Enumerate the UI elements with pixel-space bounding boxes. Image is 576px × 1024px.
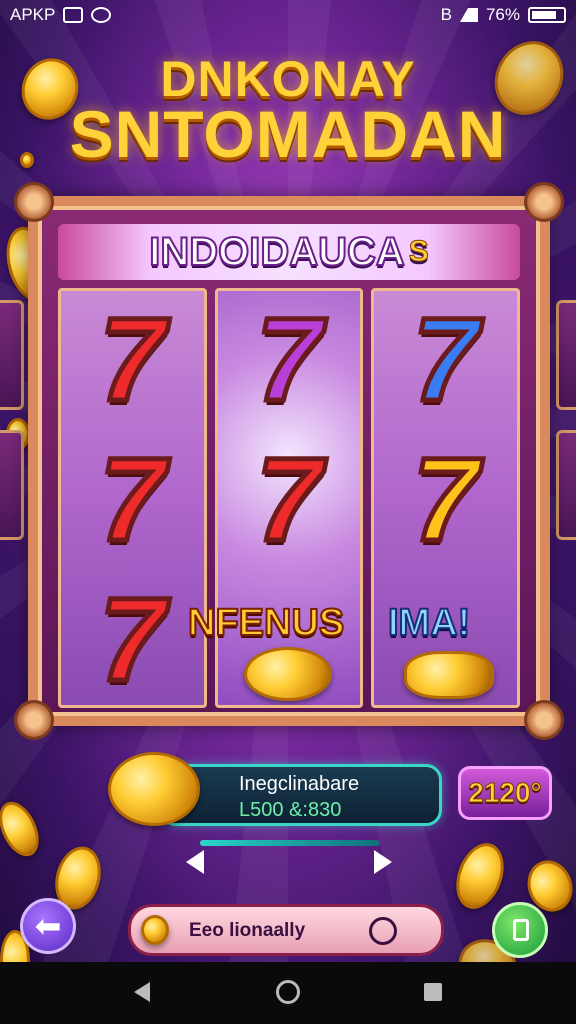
- reel-symbol: 7: [254, 434, 325, 566]
- coin-icon: [141, 915, 169, 945]
- back-button[interactable]: ⬅: [20, 898, 76, 954]
- bonus-text: NFENUS: [187, 601, 345, 645]
- info-panel: Inegclinabare L500 &:830: [160, 764, 442, 826]
- frame-corner-ornament: [524, 182, 564, 222]
- bottom-bar-label: Eeo lionaally: [189, 920, 306, 941]
- battery-percent: 76%: [485, 5, 520, 24]
- nav-back-icon[interactable]: [134, 982, 150, 1002]
- phone-button[interactable]: [492, 902, 548, 958]
- frame-corner-ornament: [524, 700, 564, 740]
- next-arrow-icon[interactable]: [374, 850, 392, 874]
- reels-container[interactable]: 7 7 7 7 7 7 7: [58, 288, 521, 708]
- nav-home-icon[interactable]: [276, 980, 300, 1004]
- frame-corner-ornament: [14, 182, 54, 222]
- reel-symbol: 7: [97, 574, 168, 706]
- bet-button[interactable]: 2120°: [458, 766, 552, 820]
- coin-decoration: [404, 651, 495, 699]
- coin-icon: [108, 752, 200, 826]
- side-card-right: [556, 300, 576, 410]
- slot-banner: INDOIDAUCA S: [58, 224, 520, 280]
- game-title-line2: SNTOMADAN: [69, 97, 507, 171]
- bluetooth-icon: B: [440, 5, 452, 24]
- reel-symbol: 7: [410, 294, 481, 426]
- reel-symbol: 7: [254, 294, 325, 426]
- coin-decoration: [243, 647, 332, 701]
- frame-corner-ornament: [14, 700, 54, 740]
- slot-banner-suffix: S: [408, 235, 429, 269]
- bonus-text-secondary: IMA!: [387, 601, 471, 645]
- reel-symbol: 7: [410, 434, 481, 566]
- prev-arrow-icon[interactable]: [186, 850, 204, 874]
- nav-recent-icon[interactable]: [424, 983, 442, 1001]
- reel-2[interactable]: 7 7: [214, 288, 364, 708]
- battery-icon: [528, 7, 566, 23]
- side-card-right: [556, 430, 576, 540]
- status-app-text: APKP: [10, 5, 56, 24]
- reel-symbol: 7: [97, 434, 168, 566]
- info-value: L500 &:830: [239, 799, 342, 821]
- side-card-left: [0, 300, 24, 410]
- reel-3[interactable]: 7 7: [371, 288, 521, 708]
- settings-icon[interactable]: [369, 917, 397, 945]
- back-arrow-icon: ⬅: [34, 907, 62, 945]
- reel-1[interactable]: 7 7 7: [58, 288, 207, 708]
- phone-icon: [513, 919, 529, 941]
- bottom-action-bar[interactable]: Eeo lionaally: [128, 904, 444, 956]
- status-right: B 76%: [441, 5, 566, 25]
- info-label: Inegclinabare: [239, 773, 360, 795]
- wifi-icon: [459, 8, 478, 22]
- sync-icon: [91, 7, 112, 23]
- reel-symbol: 7: [97, 294, 168, 426]
- notification-icon: [63, 7, 84, 23]
- side-card-left: [0, 430, 24, 540]
- slot-machine-frame: INDOIDAUCA S 7 7 7 7 7 7 7 NFENUS IMA!: [14, 182, 564, 740]
- status-left: APKP: [10, 5, 112, 25]
- selector-track: [200, 840, 380, 846]
- slot-banner-text: INDOIDAUCA: [148, 229, 406, 275]
- status-bar: APKP B 76%: [0, 0, 576, 30]
